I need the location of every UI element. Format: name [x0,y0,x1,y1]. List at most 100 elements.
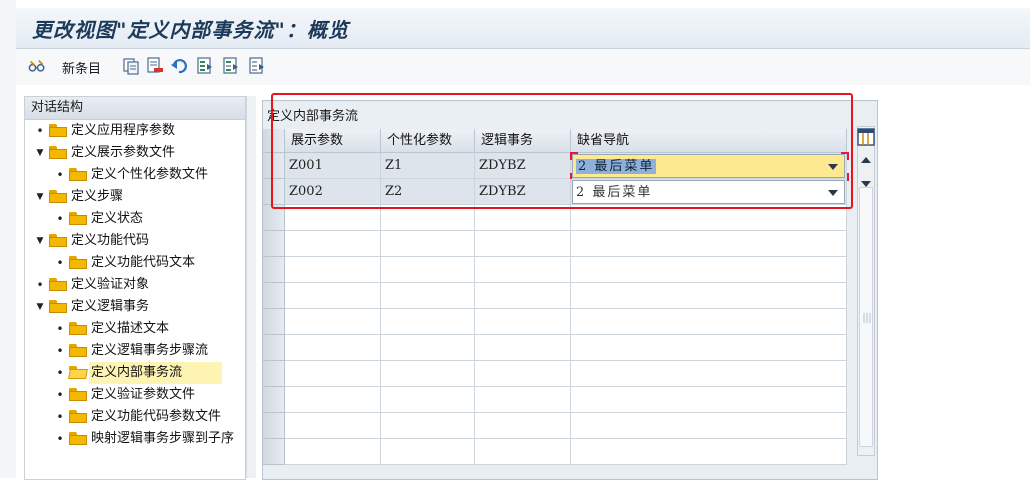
table-cell [571,361,847,387]
table-cell[interactable] [285,335,381,361]
row-selector[interactable] [263,335,285,361]
dropdown-arrow-icon[interactable] [828,164,838,170]
table-cell [571,205,847,231]
table-cell[interactable] [475,283,571,309]
table-cell[interactable] [285,205,381,231]
row-selector[interactable] [263,231,285,257]
table-cell[interactable] [381,413,475,439]
table-cell[interactable] [381,283,475,309]
expand-toggle-icon[interactable]: ▼ [35,186,45,208]
folder-icon [69,256,87,269]
tree-item[interactable]: • 定义内部事务流 [25,362,245,384]
tree-item[interactable]: • 定义个性化参数文件 [25,164,245,186]
table-cell[interactable] [285,283,381,309]
tree-bullet-icon: • [56,366,64,380]
expand-toggle-icon[interactable]: ▼ [35,230,45,252]
tree-item[interactable]: • 定义验证对象 [25,274,245,296]
undo-icon[interactable] [170,57,188,75]
scroll-thumb[interactable] [859,187,873,447]
column-header[interactable]: 个性化参数 [381,129,475,153]
row-selector[interactable] [263,309,285,335]
column-header[interactable]: 缺省导航 [571,129,847,153]
scroll-up-arrow-icon[interactable] [861,157,871,163]
table-cell[interactable] [475,439,571,465]
row-selector[interactable] [263,257,285,283]
tree-item[interactable]: ▼ 定义功能代码 [25,230,245,252]
table-cell[interactable] [381,361,475,387]
tree-item[interactable]: • 定义功能代码文本 [25,252,245,274]
tree-item[interactable]: ▼ 定义逻辑事务 [25,296,245,318]
table-cell[interactable] [381,309,475,335]
folder-icon [49,190,67,203]
default-navigation-dropdown[interactable]: 2 最后菜单 [572,154,845,178]
table-cell[interactable] [285,413,381,439]
table-cell[interactable] [475,335,571,361]
table-cell[interactable] [475,361,571,387]
expand-toggle-icon[interactable]: ▼ [35,142,45,164]
tree-item-label: 定义验证参数文件 [91,387,196,402]
table-cell[interactable] [381,257,475,283]
table-cell[interactable] [475,231,571,257]
table-cell[interactable] [285,439,381,465]
select-block-icon[interactable] [222,57,240,75]
tree-item[interactable]: ▼ 定义展示参数文件 [25,142,245,164]
table-cell[interactable] [381,205,475,231]
expand-toggle-icon[interactable]: ▼ [35,296,45,318]
tree-item[interactable]: • 定义功能代码参数文件 [25,406,245,428]
deselect-all-icon[interactable] [248,57,266,75]
new-entries-button[interactable]: 新条目 [62,58,101,77]
tree-bullet-icon: • [36,124,44,138]
table-cell[interactable] [475,309,571,335]
dropdown-arrow-icon[interactable] [828,190,838,196]
table-cell[interactable] [285,361,381,387]
column-header[interactable]: 逻辑事务 [475,129,571,153]
row-selector[interactable] [263,387,285,413]
tree-item[interactable]: • 定义验证参数文件 [25,384,245,406]
row-selector[interactable] [263,283,285,309]
select-all-rows-button[interactable] [263,129,285,153]
tree-item[interactable]: ▼ 定义步骤 [25,186,245,208]
table-cell[interactable] [285,309,381,335]
tree-item-label: 定义功能代码 [71,233,150,248]
row-selector[interactable] [263,413,285,439]
delete-icon[interactable] [146,57,164,75]
tree-item[interactable]: • 定义应用程序参数 [25,120,245,142]
tree-item[interactable]: • 定义逻辑事务步骤流 [25,340,245,362]
table-cell[interactable] [381,439,475,465]
display-change-icon[interactable] [28,57,46,75]
table-cell[interactable] [381,335,475,361]
table-cell[interactable] [475,413,571,439]
copy-as-icon[interactable] [122,57,140,75]
select-all-icon[interactable] [196,57,214,75]
default-navigation-dropdown[interactable]: 2 最后菜单 [572,180,845,204]
row-selector[interactable] [263,205,285,231]
table-cell[interactable] [381,231,475,257]
table-cell [571,309,847,335]
tree-bullet-icon: • [56,168,64,182]
table-cell[interactable] [285,231,381,257]
table-cell[interactable] [381,387,475,413]
table-settings-icon[interactable] [857,128,875,148]
folder-icon [69,388,87,401]
tree-item[interactable]: • 定义描述文本 [25,318,245,340]
table-cell[interactable] [285,387,381,413]
row-selector[interactable] [263,439,285,465]
table-group-box: 定义内部事务流 展示参数 个性化参数 逻辑事务 缺省导航 Z001 Z1 ZDYBZ 2 最后… [262,100,878,480]
table-cell [571,283,847,309]
table-cell [571,257,847,283]
tree-item[interactable]: • 映射逻辑事务步骤到子序 [25,428,245,450]
row-selector[interactable] [263,179,285,205]
table-cell[interactable] [285,257,381,283]
row-selector[interactable] [263,153,285,179]
table-cell: ZDYBZ [475,153,571,179]
tree-bullet-icon: • [36,278,44,292]
table-cell[interactable] [475,257,571,283]
column-header[interactable]: 展示参数 [285,129,381,153]
table-cell[interactable] [475,205,571,231]
tree-item[interactable]: • 定义状态 [25,208,245,230]
row-selector[interactable] [263,361,285,387]
table-cell[interactable] [475,387,571,413]
tree-bullet-icon: • [56,322,64,336]
tree-item-label: 定义状态 [91,211,144,226]
vertical-scrollbar[interactable] [857,126,875,456]
